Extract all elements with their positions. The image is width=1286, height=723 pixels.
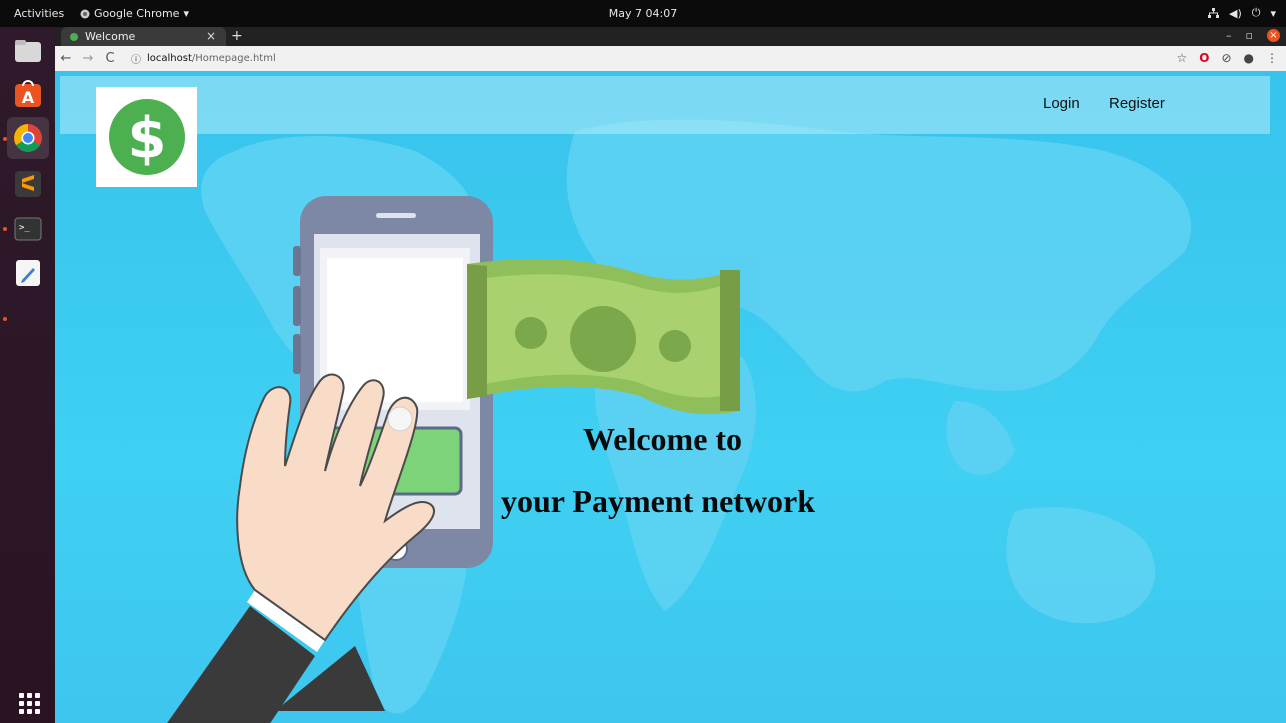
terminal-icon[interactable]: >_ xyxy=(10,211,46,247)
network-icon xyxy=(1208,8,1219,18)
address-bar[interactable]: ⓘ localhost/Homepage.html xyxy=(127,51,276,66)
files-icon[interactable] xyxy=(10,33,46,69)
app-menu[interactable]: Google Chrome ▾ xyxy=(80,7,189,20)
close-tab-icon[interactable]: × xyxy=(206,29,216,43)
url-host: localhost xyxy=(147,53,192,64)
money-bill-illustration xyxy=(467,258,740,415)
register-link[interactable]: Register xyxy=(1109,95,1165,112)
text-editor-icon[interactable] xyxy=(10,255,46,291)
chrome-icon[interactable] xyxy=(7,117,49,159)
welcome-heading-line1: Welcome to xyxy=(583,421,743,457)
dock: A >_ xyxy=(0,27,55,723)
opera-extension-icon[interactable]: O xyxy=(1199,51,1209,65)
menu-icon[interactable]: ⋮ xyxy=(1266,51,1278,65)
forward-icon[interactable]: → xyxy=(77,51,99,66)
chrome-small-icon xyxy=(80,9,90,18)
back-icon[interactable]: ← xyxy=(55,51,77,66)
minimize-icon[interactable]: – xyxy=(1226,29,1232,42)
svg-text:>_: >_ xyxy=(19,223,30,233)
new-tab-button[interactable]: + xyxy=(231,28,243,44)
tab-title: Welcome xyxy=(85,30,136,43)
app-menu-label: Google Chrome xyxy=(94,7,180,20)
system-top-bar: Activities Google Chrome ▾ May 7 04:07 ◀… xyxy=(0,0,1286,27)
show-applications-icon[interactable] xyxy=(19,693,40,714)
tab-strip: Welcome × + – ▫ × xyxy=(55,27,1286,46)
reload-icon[interactable]: C xyxy=(99,51,121,66)
block-extension-icon[interactable]: ⊘ xyxy=(1221,51,1231,65)
activities-button[interactable]: Activities xyxy=(14,7,64,20)
url-path: /Homepage.html xyxy=(191,53,276,64)
chevron-down-icon: ▾ xyxy=(1270,6,1276,20)
page-viewport: Login Register $ Welcome to your Payment… xyxy=(55,71,1286,723)
power-icon: ⏻ xyxy=(1251,6,1261,19)
login-link[interactable]: Login xyxy=(1043,95,1080,112)
tab-welcome[interactable]: Welcome × xyxy=(61,27,226,46)
profile-icon[interactable]: ● xyxy=(1244,51,1254,65)
logo-symbol: $ xyxy=(127,106,166,171)
system-tray[interactable]: ◀) ⏻ ▾ xyxy=(1208,6,1276,20)
sublime-text-icon[interactable] xyxy=(10,166,46,202)
site-navbar: Login Register xyxy=(60,76,1270,134)
clock[interactable]: May 7 04:07 xyxy=(609,7,677,20)
welcome-heading-line2: your Payment network xyxy=(501,483,816,519)
browser-window: Welcome × + – ▫ × ← → C ⓘ localhost/Home… xyxy=(55,27,1286,723)
chevron-down-icon: ▾ xyxy=(183,7,189,20)
close-window-icon[interactable]: × xyxy=(1267,29,1280,42)
dollar-logo-icon: $ xyxy=(108,99,185,175)
browser-toolbar: ← → C ⓘ localhost/Homepage.html ☆ O ⊘ ● … xyxy=(55,46,1286,71)
software-center-icon[interactable]: A xyxy=(10,76,46,112)
favicon-icon xyxy=(70,32,78,41)
svg-text:A: A xyxy=(22,88,35,107)
info-icon: ⓘ xyxy=(131,55,141,66)
volume-icon: ◀) xyxy=(1229,6,1242,20)
site-logo[interactable]: $ xyxy=(96,87,197,187)
maximize-icon[interactable]: ▫ xyxy=(1246,29,1253,42)
hand-illustration xyxy=(167,373,435,723)
bookmark-star-icon[interactable]: ☆ xyxy=(1176,51,1187,65)
